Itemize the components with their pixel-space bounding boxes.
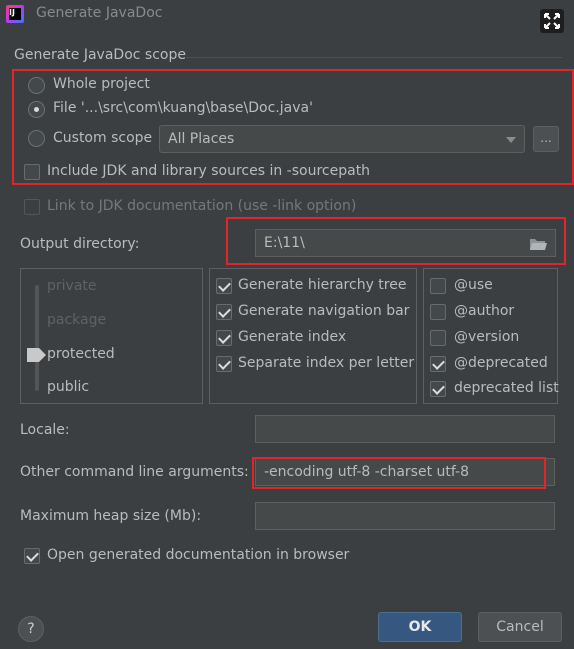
locale-input[interactable]	[255, 415, 555, 443]
navigation-bar-checkbox[interactable]	[216, 304, 232, 320]
use-tag-checkbox[interactable]	[430, 278, 446, 294]
visibility-package[interactable]: package	[47, 312, 106, 328]
divider	[186, 57, 562, 58]
title-bar: Generate JavaDoc	[0, 0, 574, 33]
tag-options-panel: @use @author @version @deprecated deprec…	[423, 268, 559, 404]
window-title: Generate JavaDoc	[36, 5, 163, 21]
chevron-down-icon	[506, 137, 516, 143]
deprecated-list-label[interactable]: deprecated list	[454, 380, 559, 396]
output-directory-input[interactable]: E:\11\	[255, 229, 556, 257]
visibility-public[interactable]: public	[47, 379, 89, 395]
include-jdk-label[interactable]: Include JDK and library sources in -sour…	[47, 163, 370, 179]
intellij-app-icon	[6, 5, 24, 23]
custom-scope-select[interactable]: All Places	[159, 125, 525, 153]
open-browser-label[interactable]: Open generated documentation in browser	[47, 547, 349, 563]
separate-index-checkbox[interactable]	[216, 356, 232, 372]
visibility-slider-track[interactable]	[35, 285, 39, 391]
ok-button[interactable]: OK	[378, 612, 462, 642]
visibility-panel: private package protected public	[20, 268, 203, 404]
navigation-bar-label[interactable]: Generate navigation bar	[238, 303, 409, 319]
expand-icon[interactable]	[540, 9, 564, 33]
author-tag-checkbox[interactable]	[430, 304, 446, 320]
custom-scope-label[interactable]: Custom scope	[53, 130, 152, 146]
locale-label: Locale:	[20, 422, 70, 438]
radio-whole-project[interactable]	[28, 77, 45, 94]
deprecated-tag-label[interactable]: @deprecated	[454, 355, 548, 371]
heap-size-input[interactable]	[255, 502, 555, 530]
output-directory-value: E:\11\	[264, 235, 305, 251]
highlight-box-args	[252, 457, 546, 489]
cancel-button[interactable]: Cancel	[478, 612, 562, 642]
output-directory-label: Output directory:	[20, 236, 140, 252]
radio-custom-scope[interactable]	[28, 130, 45, 147]
link-jdk-label: Link to JDK documentation (use -link opt…	[47, 198, 357, 214]
hierarchy-tree-label[interactable]: Generate hierarchy tree	[238, 277, 406, 293]
generate-index-label[interactable]: Generate index	[238, 329, 346, 345]
separate-index-label[interactable]: Separate index per letter	[238, 355, 414, 371]
link-jdk-checkbox[interactable]	[24, 199, 40, 215]
custom-scope-value: All Places	[168, 131, 235, 147]
generate-options-panel: Generate hierarchy tree Generate navigat…	[209, 268, 417, 404]
include-jdk-checkbox[interactable]	[24, 164, 40, 180]
use-tag-label[interactable]: @use	[454, 277, 493, 293]
browse-scope-button[interactable]: ...	[533, 126, 559, 152]
visibility-slider-thumb[interactable]	[27, 348, 46, 362]
author-tag-label[interactable]: @author	[454, 303, 514, 319]
scope-group-title: Generate JavaDoc scope	[14, 47, 186, 63]
folder-icon[interactable]	[529, 237, 547, 251]
visibility-private[interactable]: private	[47, 278, 97, 294]
file-label[interactable]: File '...\src\com\kuang\base\Doc.java'	[53, 100, 313, 116]
other-args-label: Other command line arguments:	[20, 464, 249, 480]
radio-file[interactable]	[28, 101, 45, 118]
open-browser-checkbox[interactable]	[24, 548, 40, 564]
help-button[interactable]: ?	[18, 616, 44, 642]
deprecated-list-checkbox[interactable]	[430, 381, 446, 397]
visibility-protected[interactable]: protected	[47, 346, 115, 362]
hierarchy-tree-checkbox[interactable]	[216, 278, 232, 294]
generate-index-checkbox[interactable]	[216, 330, 232, 346]
heap-size-label: Maximum heap size (Mb):	[20, 508, 202, 524]
version-tag-label[interactable]: @version	[454, 329, 519, 345]
version-tag-checkbox[interactable]	[430, 330, 446, 346]
deprecated-tag-checkbox[interactable]	[430, 356, 446, 372]
whole-project-label[interactable]: Whole project	[53, 76, 150, 92]
